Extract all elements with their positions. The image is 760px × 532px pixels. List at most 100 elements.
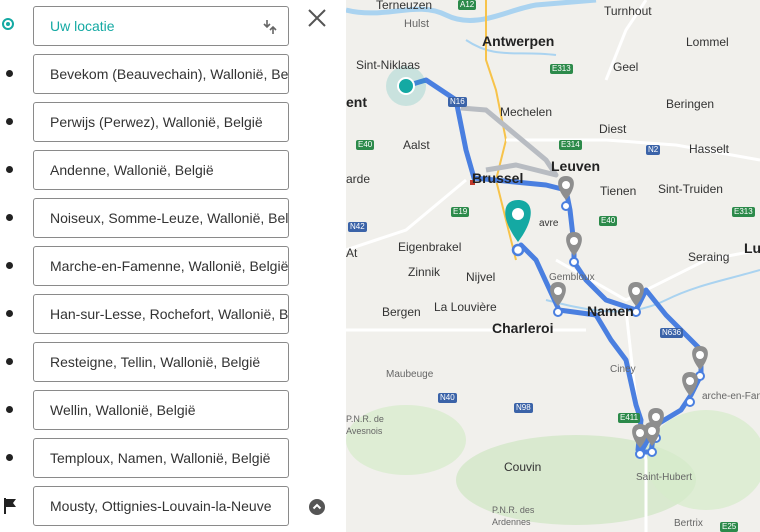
map-label-maubeuge: Maubeuge xyxy=(386,369,434,380)
route-stop-row: Han-sur-Lesse, Rochefort, Wallonië, Belg… xyxy=(0,294,346,334)
destination-field[interactable]: Mousty, Ottignies-Louvain-la-Neuve xyxy=(33,486,289,526)
map-label-ciney: Ciney xyxy=(610,364,636,375)
map-label-zinnik: Zinnik xyxy=(408,265,441,279)
map-label-seraing: Seraing xyxy=(688,250,730,264)
road-shield-n2: N2 xyxy=(646,145,661,155)
stop-label: Marche-en-Famenne, Wallonië, België xyxy=(50,258,289,274)
waypoint-field[interactable]: Wellin, Wallonië, België xyxy=(33,390,289,430)
map-label-hulst: Hulst xyxy=(404,18,430,30)
route-stop-row: Noiseux, Somme-Leuze, Wallonië, België xyxy=(0,198,346,238)
map-label-sint-niklaas: Sint-Niklaas xyxy=(356,58,421,72)
map-label-antwerpen: Antwerpen xyxy=(482,33,555,49)
waypoint-bullet-icon xyxy=(6,166,13,173)
road-shield-e313-b: E313 xyxy=(732,207,755,217)
road-shield-e40-b: E40 xyxy=(599,216,618,226)
map-label-pnr-ardennes: P.N.R. des Ardennes xyxy=(492,505,535,527)
stop-label: Resteigne, Tellin, Wallonië, België xyxy=(50,354,261,370)
map-label-brussel: Brussel xyxy=(472,170,524,186)
map-label-nijvel: Nijvel xyxy=(466,270,496,284)
map-label-tienen: Tienen xyxy=(600,184,637,198)
map-label-terneuzen: Terneuzen xyxy=(376,0,433,12)
map-label-gembloux: Gembloux xyxy=(549,272,595,283)
chevron-up-icon[interactable] xyxy=(309,499,325,515)
route-stop-row: Bevekom (Beauvechain), Wallonië, België xyxy=(0,54,346,94)
route-planner-panel: Uw locatie Bevekom (Beauvechain), Walloni… xyxy=(0,0,346,532)
map-label-hasselt: Hasselt xyxy=(689,142,730,156)
map-label-bergen: Bergen xyxy=(382,305,421,319)
location-target-icon xyxy=(2,18,14,30)
waypoint-field[interactable]: Resteigne, Tellin, Wallonië, België xyxy=(33,342,289,382)
road-shield-e313: E313 xyxy=(550,64,573,74)
map-label-sint-truiden: Sint-Truiden xyxy=(658,182,723,196)
map-label-diest: Diest xyxy=(599,122,627,136)
road-shield-n98: N98 xyxy=(514,403,533,413)
stop-label: Perwijs (Perwez), Wallonië, België xyxy=(50,114,263,130)
map-label-marche: arche-en-Fam xyxy=(702,391,760,402)
start-location-field[interactable]: Uw locatie xyxy=(33,6,289,46)
stop-label: Noiseux, Somme-Leuze, Wallonië, België xyxy=(50,210,289,226)
route-stop-row: Mousty, Ottignies-Louvain-la-Neuve xyxy=(0,486,346,526)
map-label-eigenbrakel: Eigenbrakel xyxy=(398,240,462,254)
waypoint-bullet-icon xyxy=(6,310,13,317)
stop-label: Uw locatie xyxy=(50,18,115,34)
waypoint-field[interactable]: Han-sur-Lesse, Rochefort, Wallonië, Belg… xyxy=(33,294,289,334)
map-label-at: At xyxy=(346,246,358,260)
destination-pin xyxy=(505,200,531,257)
map-label-geel: Geel xyxy=(613,60,639,74)
route-stop-row: Uw locatie xyxy=(0,6,346,46)
waypoint-field[interactable]: Noiseux, Somme-Leuze, Wallonië, België xyxy=(33,198,289,238)
map-label-mechelen: Mechelen xyxy=(500,105,553,119)
map-label-gent: ent xyxy=(346,94,367,110)
waypoint-field[interactable]: Temploux, Namen, Wallonië, België xyxy=(33,438,289,478)
road-shield-n40: N40 xyxy=(438,393,457,403)
map-label-arde: arde xyxy=(346,172,371,186)
map-label-pnr-avesnois: P.N.R. de Avesnois xyxy=(346,414,384,436)
map-label-namen: Namen xyxy=(587,303,634,319)
road-shield-n636: N636 xyxy=(660,328,684,338)
map-label-couvin: Couvin xyxy=(504,460,542,474)
waypoint-field[interactable]: Marche-en-Famenne, Wallonië, België xyxy=(33,246,289,286)
waypoint-field[interactable]: Perwijs (Perwez), Wallonië, België xyxy=(33,102,289,142)
road-shield-e314: E314 xyxy=(559,140,582,150)
route-stop-row: Resteigne, Tellin, Wallonië, België xyxy=(0,342,346,382)
waypoint-bullet-icon xyxy=(6,70,13,77)
road-shield-n16: N16 xyxy=(448,97,467,107)
road-shield-n42: N42 xyxy=(348,222,367,232)
map-label-leuven: Leuven xyxy=(551,158,601,174)
road-shield-a12: A12 xyxy=(458,0,477,10)
stop-label: Wellin, Wallonië, België xyxy=(50,402,196,418)
road-shield-e25: E25 xyxy=(720,522,739,532)
road-shield-e411: E411 xyxy=(618,413,641,423)
finish-flag-icon xyxy=(3,497,19,515)
waypoint-bullet-icon xyxy=(6,262,13,269)
stop-label: Mousty, Ottignies-Louvain-la-Neuve xyxy=(50,498,272,514)
map-label-charleroi: Charleroi xyxy=(492,320,554,336)
stop-label: Temploux, Namen, Wallonië, België xyxy=(50,450,271,466)
map-label-luik: Lui xyxy=(744,240,760,256)
map-label-aalst: Aalst xyxy=(403,138,430,152)
waypoint-bullet-icon xyxy=(6,454,13,461)
waypoint-field[interactable]: Andenne, Wallonië, België xyxy=(33,150,289,190)
map-label-lommel: Lommel xyxy=(686,35,729,49)
road-shield-e40: E40 xyxy=(356,140,375,150)
waypoint-bullet-icon xyxy=(6,358,13,365)
stop-label: Han-sur-Lesse, Rochefort, Wallonië, Belg… xyxy=(50,306,289,322)
close-icon[interactable] xyxy=(305,6,329,30)
road-shield-e19: E19 xyxy=(451,207,470,217)
map-label-bertrix: Bertrix xyxy=(674,518,703,529)
waypoint-bullet-icon xyxy=(6,406,13,413)
route-stop-row: Perwijs (Perwez), Wallonië, België xyxy=(0,102,346,142)
swap-arrows-icon[interactable] xyxy=(262,18,278,36)
waypoint-bullet-icon xyxy=(6,214,13,221)
map-label-saint-hubert: Saint-Hubert xyxy=(636,472,693,483)
map-label-wavre: avre xyxy=(539,218,559,229)
route-stop-row: Marche-en-Famenne, Wallonië, België xyxy=(0,246,346,286)
route-stop-row: Temploux, Namen, Wallonië, België xyxy=(0,438,346,478)
waypoint-field[interactable]: Bevekom (Beauvechain), Wallonië, België xyxy=(33,54,289,94)
route-stop-row: Wellin, Wallonië, België xyxy=(0,390,346,430)
route-stop-row: Andenne, Wallonië, België xyxy=(0,150,346,190)
map-label-la-louviere: La Louvière xyxy=(434,300,497,314)
waypoint-bullet-icon xyxy=(6,118,13,125)
start-location-dot xyxy=(397,77,415,95)
route-map[interactable]: Terneuzen Hulst Turnhout Antwerpen Lomme… xyxy=(346,0,760,532)
